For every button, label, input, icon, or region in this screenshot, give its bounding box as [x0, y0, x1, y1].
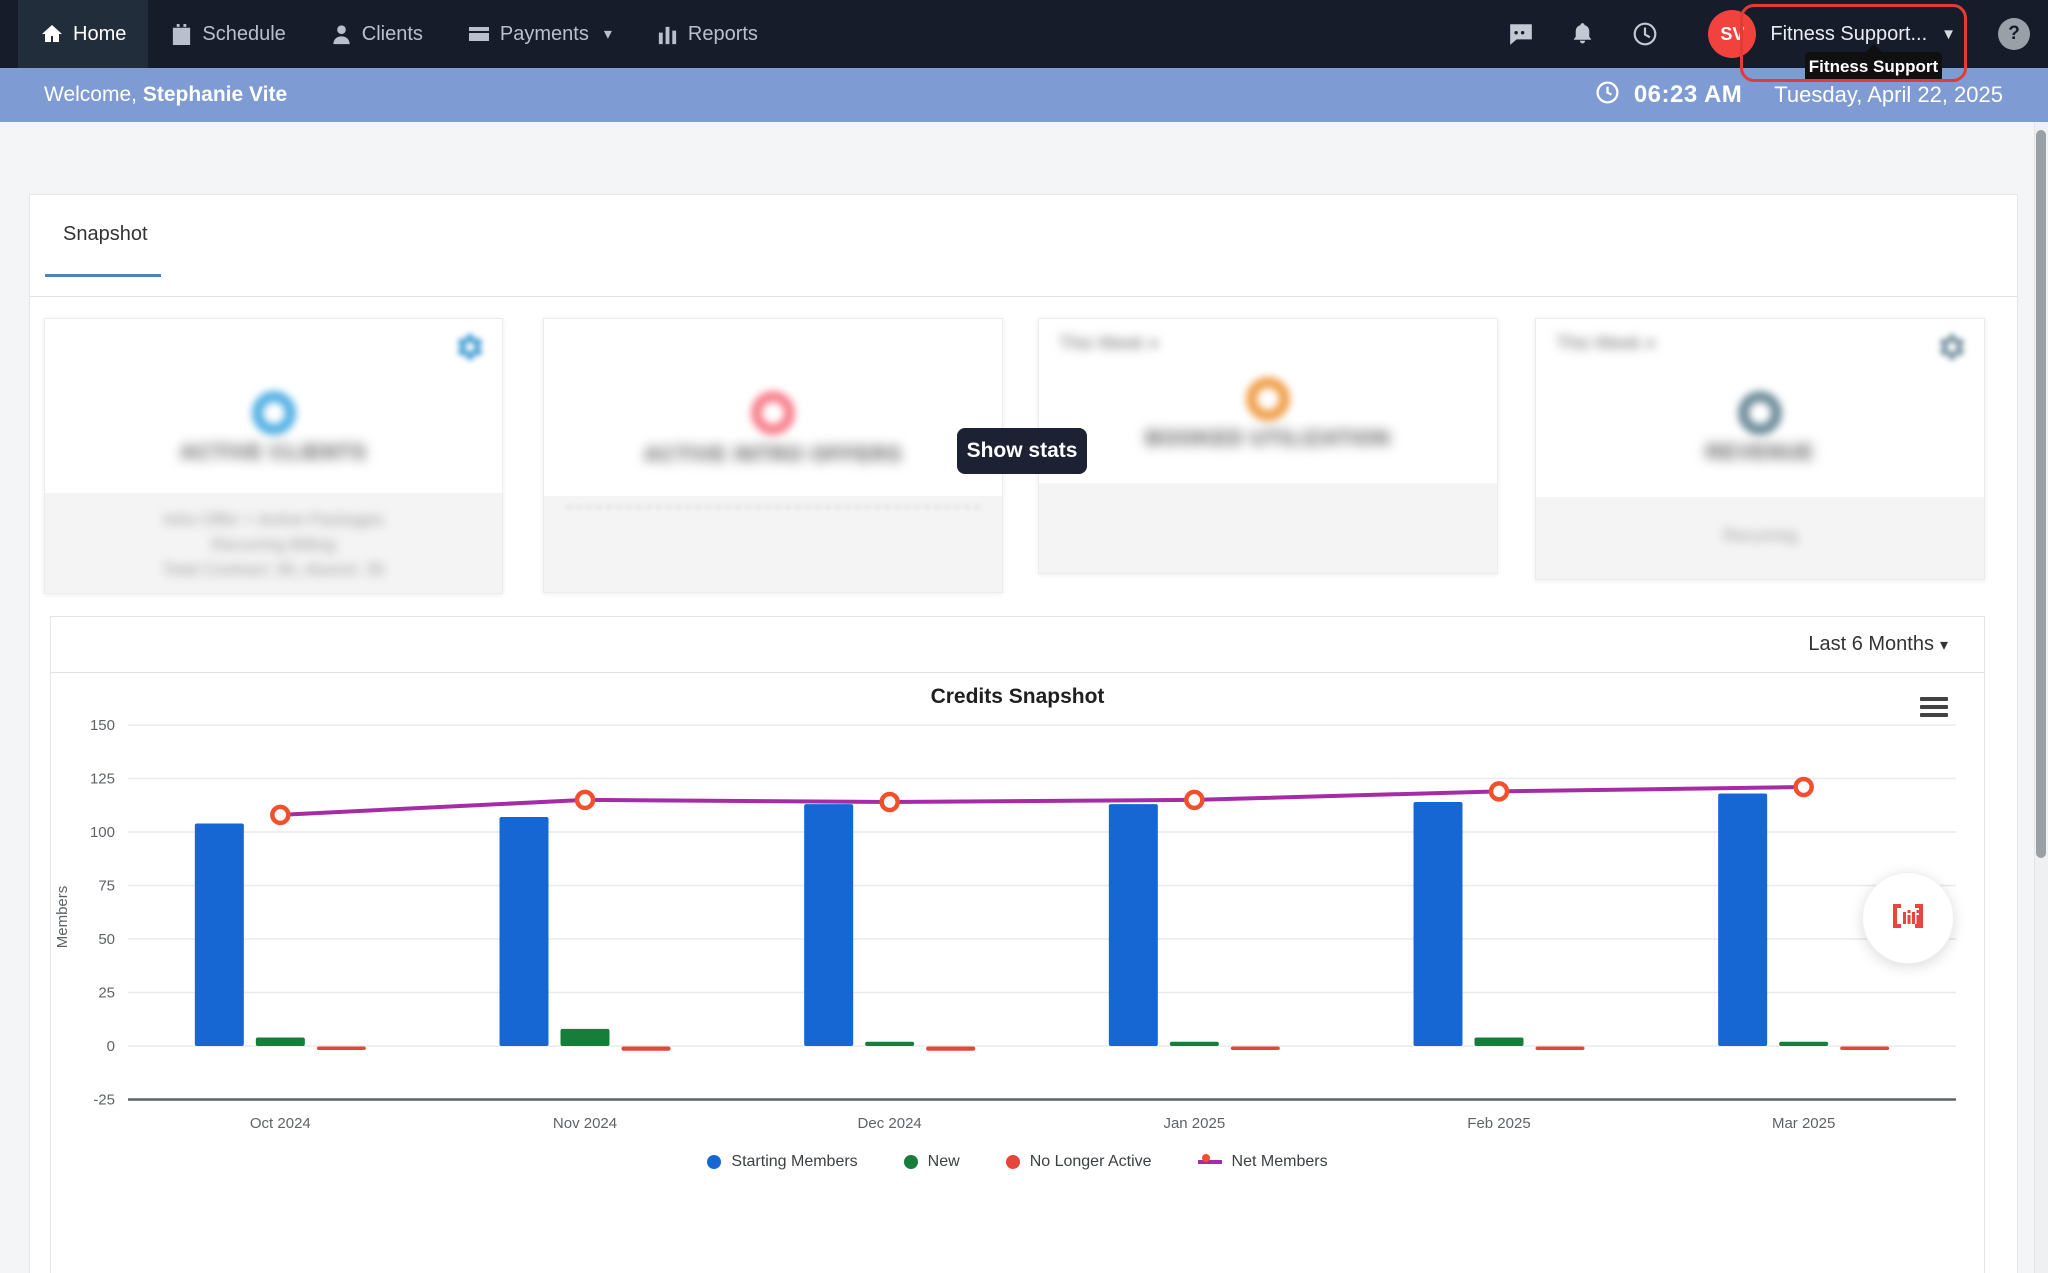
svg-text:150: 150 — [90, 717, 115, 734]
legend-item[interactable]: New — [904, 1153, 960, 1171]
footer-line: Total Contract: 95, Alumni: 35 — [45, 557, 502, 582]
legend-dot-icon — [904, 1155, 918, 1169]
show-stats-button[interactable]: Show stats — [957, 428, 1087, 474]
legend-item[interactable]: No Longer Active — [1006, 1153, 1152, 1171]
svg-text:75: 75 — [98, 878, 115, 895]
nav-item-reports[interactable]: Reports — [634, 0, 780, 68]
credit-card-icon — [467, 22, 491, 46]
svg-text:Oct 2024: Oct 2024 — [250, 1115, 311, 1132]
footer-line: Recurring — [1536, 523, 1984, 548]
legend-label: No Longer Active — [1030, 1153, 1152, 1171]
period-select[interactable]: This Week — [1556, 333, 1655, 354]
gear-icon[interactable] — [1936, 331, 1968, 363]
svg-text:0: 0 — [107, 1038, 115, 1055]
svg-text:Jan 2025: Jan 2025 — [1163, 1115, 1225, 1132]
svg-text:Members: Members — [54, 886, 71, 949]
nav-item-label: Home — [73, 23, 126, 46]
svg-text:Nov 2024: Nov 2024 — [553, 1115, 617, 1132]
credits-chart-svg: 150 125 100 75 50 25 0 -25 Oct 2024 Nov 2024 Dec 2… — [51, 717, 1984, 1137]
card-footer: Recurring — [1536, 497, 1984, 579]
person-icon — [330, 23, 353, 46]
nav-item-payments[interactable]: Payments — [445, 0, 634, 68]
calendar-icon — [170, 23, 193, 46]
current-date: Tuesday, April 22, 2025 — [1774, 82, 2003, 108]
legend-label: Starting Members — [731, 1153, 857, 1171]
chat-icon[interactable] — [1508, 21, 1534, 47]
scrollbar-thumb[interactable] — [2036, 130, 2046, 858]
nav-item-label: Clients — [362, 23, 423, 46]
svg-text:Mar 2025: Mar 2025 — [1772, 1115, 1835, 1132]
nav-item-schedule[interactable]: Schedule — [148, 0, 307, 68]
card-booked-utilization: This Week BOOKED UTILIZATION — [1038, 318, 1498, 574]
chevron-down-icon: ▼ — [1941, 26, 1956, 43]
svg-text:125: 125 — [90, 771, 115, 788]
gear-icon[interactable] — [454, 331, 486, 363]
footer-line: Recurring Billing — [45, 532, 502, 557]
clock-icon[interactable] — [1632, 21, 1658, 47]
svg-text:50: 50 — [98, 931, 115, 948]
tab-underline — [45, 274, 161, 277]
nav-item-label: Payments — [500, 23, 589, 46]
loading-spinner — [1246, 377, 1290, 421]
user-menu[interactable]: SV Fitness Support... ▼ — [1708, 10, 1956, 58]
card-active-intro-offers: ACTIVE INTRO OFFERS — [543, 318, 1003, 593]
card-revenue: This Week REVENUE Recurring — [1535, 318, 1985, 580]
welcome-user-name: Stephanie Vite — [143, 83, 287, 106]
range-select[interactable]: Last 6 Months — [1808, 633, 1948, 656]
legend-item[interactable]: Starting Members — [707, 1153, 857, 1171]
current-time: 06:23 AM — [1634, 81, 1742, 109]
welcome-message: Welcome, Stephanie Vite — [44, 83, 287, 107]
chart-legend: Starting Members New No Longer Active Net M… — [51, 1153, 1984, 1171]
dashed-divider — [566, 506, 980, 508]
svg-text:Dec 2024: Dec 2024 — [858, 1115, 922, 1132]
card-title: ACTIVE INTRO OFFERS — [544, 443, 1002, 467]
card-active-clients: ACTIVE CLIENTS Intro Offer + Active Pack… — [44, 318, 503, 594]
bell-icon[interactable] — [1570, 21, 1596, 47]
svg-text:25: 25 — [98, 985, 115, 1002]
loading-spinner — [1738, 391, 1782, 435]
card-footer — [1039, 483, 1497, 573]
card-title: REVENUE — [1536, 441, 1984, 465]
svg-text:100: 100 — [90, 824, 115, 841]
top-nav: Home Schedule Clients Payments Reports S… — [0, 0, 2048, 68]
legend-label: Net Members — [1232, 1153, 1328, 1171]
svg-text:-25: -25 — [93, 1092, 115, 1109]
credits-snapshot-card: Last 6 Months Credits Snapshot 150 125 100… — [50, 616, 1985, 1273]
dashboard-page: Home Schedule Clients Payments Reports S… — [0, 0, 2048, 1273]
nav-item-clients[interactable]: Clients — [308, 0, 445, 68]
time-icon — [1595, 80, 1620, 110]
card-title: BOOKED UTILIZATION — [1039, 427, 1497, 451]
legend-dot-icon — [1006, 1155, 1020, 1169]
barcode-icon — [1886, 894, 1930, 943]
loading-spinner — [252, 391, 296, 435]
avatar: SV — [1708, 10, 1756, 58]
scrollbar[interactable] — [2034, 122, 2048, 1273]
net-members-marker-icon — [1198, 1154, 1222, 1170]
card-footer: Intro Offer + Active Packages Recurring … — [45, 493, 502, 593]
card-footer — [544, 496, 1002, 592]
legend-label: New — [928, 1153, 960, 1171]
nav-right: SV Fitness Support... ▼ ? — [1508, 0, 2048, 68]
tab-snapshot[interactable]: Snapshot — [45, 223, 166, 268]
card-title: ACTIVE CLIENTS — [45, 441, 502, 465]
footer-line: Intro Offer + Active Packages — [45, 507, 502, 532]
nav-item-label: Schedule — [202, 23, 285, 46]
svg-text:Feb 2025: Feb 2025 — [1467, 1115, 1530, 1132]
tabs-border — [30, 296, 2017, 297]
home-icon — [40, 22, 64, 46]
scan-widget-button[interactable] — [1862, 872, 1954, 964]
nav-item-label: Reports — [688, 23, 758, 46]
legend-dot-icon — [707, 1155, 721, 1169]
nav-item-home[interactable]: Home — [18, 0, 148, 68]
loading-spinner — [751, 391, 795, 435]
legend-item[interactable]: Net Members — [1198, 1153, 1328, 1171]
bar-chart-icon — [656, 23, 679, 46]
chart-header: Last 6 Months — [51, 617, 1984, 673]
user-name: Fitness Support... — [1770, 23, 1927, 46]
help-icon[interactable]: ? — [1998, 18, 2030, 50]
welcome-bar: Welcome, Stephanie Vite 06:23 AM Tuesday… — [0, 68, 2048, 122]
user-tooltip: Fitness Support — [1805, 52, 1942, 82]
chart-title: Credits Snapshot — [51, 685, 1984, 709]
period-select[interactable]: This Week — [1059, 333, 1158, 354]
